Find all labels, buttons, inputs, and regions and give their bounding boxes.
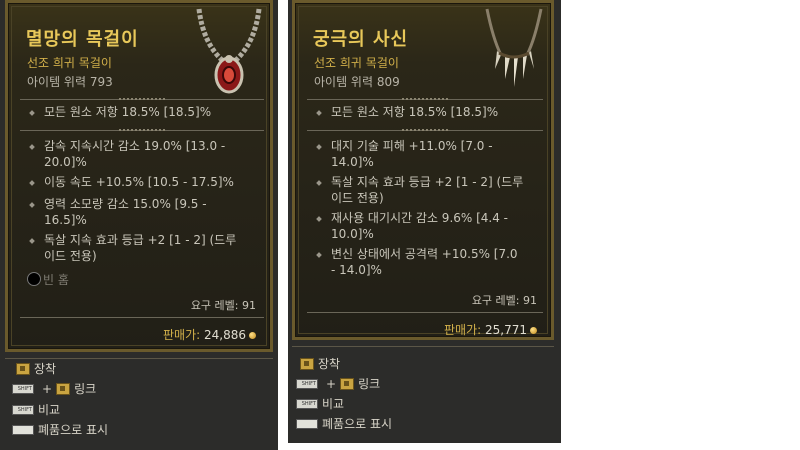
left-required-level: 요구 레벨: 91 <box>190 299 256 312</box>
right-affix-4: 변신 상태에서 공격력 +10.5% [7.0- 14.0]% <box>331 247 518 277</box>
gold-coin-icon <box>530 327 537 334</box>
right-item-tooltip: 궁극의 사신 선조 희귀 목걸이 아이템 위력 809 모든 원소 저항 18.… <box>292 0 554 340</box>
left-affix-4: 독살 지속 효과 등급 +2 [1 - 2] (드루 이드 전용) <box>44 233 237 263</box>
left-affix-3: 영력 소모량 감소 15.0% [9.5 -16.5]% <box>44 197 207 227</box>
space-key-icon <box>296 418 318 429</box>
mouse-right-click-icon <box>56 382 71 395</box>
right-required-level: 요구 레벨: 91 <box>471 294 537 307</box>
shift-key-icon: SHIFT <box>296 378 318 389</box>
gold-coin-icon <box>249 332 256 339</box>
mouse-right-click-icon <box>16 362 30 375</box>
left-item-name: 멸망의 목걸이 <box>26 29 139 50</box>
right-divider-bottom <box>307 312 543 313</box>
right-necklace-image <box>485 8 543 87</box>
right-hint-equip: 장착 <box>300 355 340 372</box>
mouse-right-click-icon <box>340 377 355 390</box>
empty-socket-label: 빈 홈 <box>43 273 69 287</box>
shift-key-icon: SHIFT <box>12 383 34 394</box>
left-implicit-affix: 모든 원소 저항 18.5% [18.5]% <box>44 105 212 119</box>
left-hint-compare: SHIFT 비교 <box>12 401 60 418</box>
right-affix-3: 재사용 대기시간 감소 9.6% [4.4 -10.0]% <box>331 211 509 241</box>
right-item-panel: 궁극의 사신 선조 희귀 목걸이 아이템 위력 809 모든 원소 저항 18.… <box>288 0 561 443</box>
left-hint-link: SHIFT + 링크 <box>12 380 96 397</box>
left-divider-bottom <box>20 317 264 318</box>
right-affix-2: 독살 지속 효과 등급 +2 [1 - 2] (드루 이드 전용) <box>331 175 524 205</box>
left-item-power: 아이템 위력 793 <box>27 75 113 89</box>
shift-key-icon: SHIFT <box>12 404 34 415</box>
right-implicit-affix: 모든 원소 저항 18.5% [18.5]% <box>331 105 499 119</box>
right-item-power: 아이템 위력 809 <box>314 75 400 89</box>
left-sell-price: 판매가: 24,886 <box>163 326 256 343</box>
right-hint-link: SHIFT + 링크 <box>296 375 380 392</box>
left-item-tooltip: 멸망의 목걸이 선조 희귀 목걸이 아이템 위력 793 모든 원소 저항 18… <box>5 0 273 352</box>
left-hint-mark-junk: 폐품으로 표시 <box>12 421 108 438</box>
left-item-panel: 멸망의 목걸이 선조 희귀 목걸이 아이템 위력 793 모든 원소 저항 18… <box>0 0 278 450</box>
right-sell-price: 판매가: 25,771 <box>444 321 537 338</box>
shift-key-icon: SHIFT <box>296 398 318 409</box>
mouse-right-click-icon <box>300 357 314 370</box>
space-key-icon <box>12 424 34 435</box>
left-hint-equip: 장착 <box>16 360 56 377</box>
left-necklace-image <box>196 8 262 94</box>
empty-socket-icon <box>27 272 41 286</box>
left-affix-2: 이동 속도 +10.5% [10.5 - 17.5]% <box>44 175 234 189</box>
right-affix-1: 대지 기술 피해 +11.0% [7.0 -14.0]% <box>331 139 493 169</box>
right-hint-mark-junk: 폐품으로 표시 <box>296 415 392 432</box>
right-item-name: 궁극의 사신 <box>313 29 409 50</box>
left-affix-1: 감속 지속시간 감소 19.0% [13.0 -20.0]% <box>44 139 226 169</box>
right-hint-compare: SHIFT 비교 <box>296 395 344 412</box>
right-item-type: 선조 희귀 목걸이 <box>314 56 399 70</box>
left-item-type: 선조 희귀 목걸이 <box>27 56 112 70</box>
